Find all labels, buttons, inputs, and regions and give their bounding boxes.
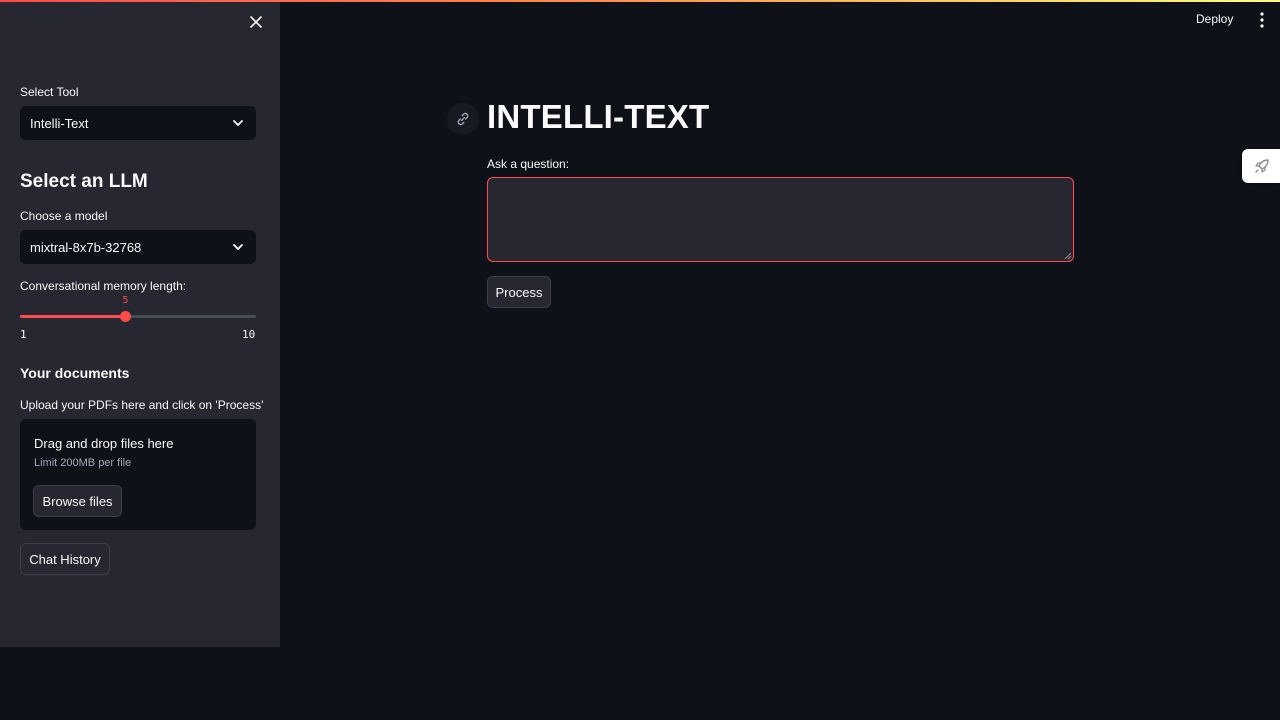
chevron-down-icon xyxy=(233,120,243,126)
link-icon xyxy=(457,112,469,126)
memory-slider-value: 5 xyxy=(122,295,129,306)
browse-files-button[interactable]: Browse files xyxy=(33,485,122,517)
question-label: Ask a question: xyxy=(487,157,570,171)
deploy-button[interactable]: Deploy xyxy=(1196,12,1233,26)
documents-heading: Your documents xyxy=(20,365,130,381)
anchor-link-button[interactable] xyxy=(447,103,479,135)
close-icon xyxy=(250,16,262,28)
model-select-label: Choose a model xyxy=(20,209,108,223)
chevron-down-icon xyxy=(233,244,243,250)
model-select-value: mixtral-8x7b-32768 xyxy=(30,239,142,255)
memory-slider-label: Conversational memory length: xyxy=(20,279,187,293)
kebab-menu-icon[interactable] xyxy=(1252,10,1272,30)
upload-instruction: Upload your PDFs here and click on 'Proc… xyxy=(20,398,264,412)
rocket-button[interactable] xyxy=(1242,149,1280,183)
chat-history-button[interactable]: Chat History xyxy=(20,543,110,575)
app-root: Select Tool Intelli-Text Select an LLM C… xyxy=(0,0,1280,720)
tool-select-value: Intelli-Text xyxy=(30,115,89,131)
rocket-icon xyxy=(1255,159,1269,173)
tool-select-label: Select Tool xyxy=(20,85,79,99)
model-select[interactable]: mixtral-8x7b-32768 xyxy=(20,230,256,264)
memory-slider-thumb[interactable] xyxy=(120,311,132,322)
llm-heading: Select an LLM xyxy=(20,171,148,192)
memory-slider-fill xyxy=(20,315,126,318)
file-dropzone[interactable]: Drag and drop files here Limit 200MB per… xyxy=(20,419,256,530)
sidebar: Select Tool Intelli-Text Select an LLM C… xyxy=(0,0,280,647)
resize-grip-icon[interactable] xyxy=(1064,252,1072,260)
memory-slider-track[interactable] xyxy=(20,311,256,322)
memory-slider-max: 10 xyxy=(242,328,256,341)
close-sidebar-button[interactable] xyxy=(244,10,268,34)
top-decoration-bar xyxy=(0,0,1280,2)
question-input[interactable] xyxy=(487,177,1074,262)
dropzone-title: Drag and drop files here xyxy=(34,436,174,451)
page-title: INTELLI-TEXT xyxy=(487,98,710,135)
dropzone-limit: Limit 200MB per file xyxy=(34,457,132,469)
process-button[interactable]: Process xyxy=(487,276,551,308)
tool-select[interactable]: Intelli-Text xyxy=(20,106,256,140)
memory-slider-min: 1 xyxy=(20,328,27,341)
